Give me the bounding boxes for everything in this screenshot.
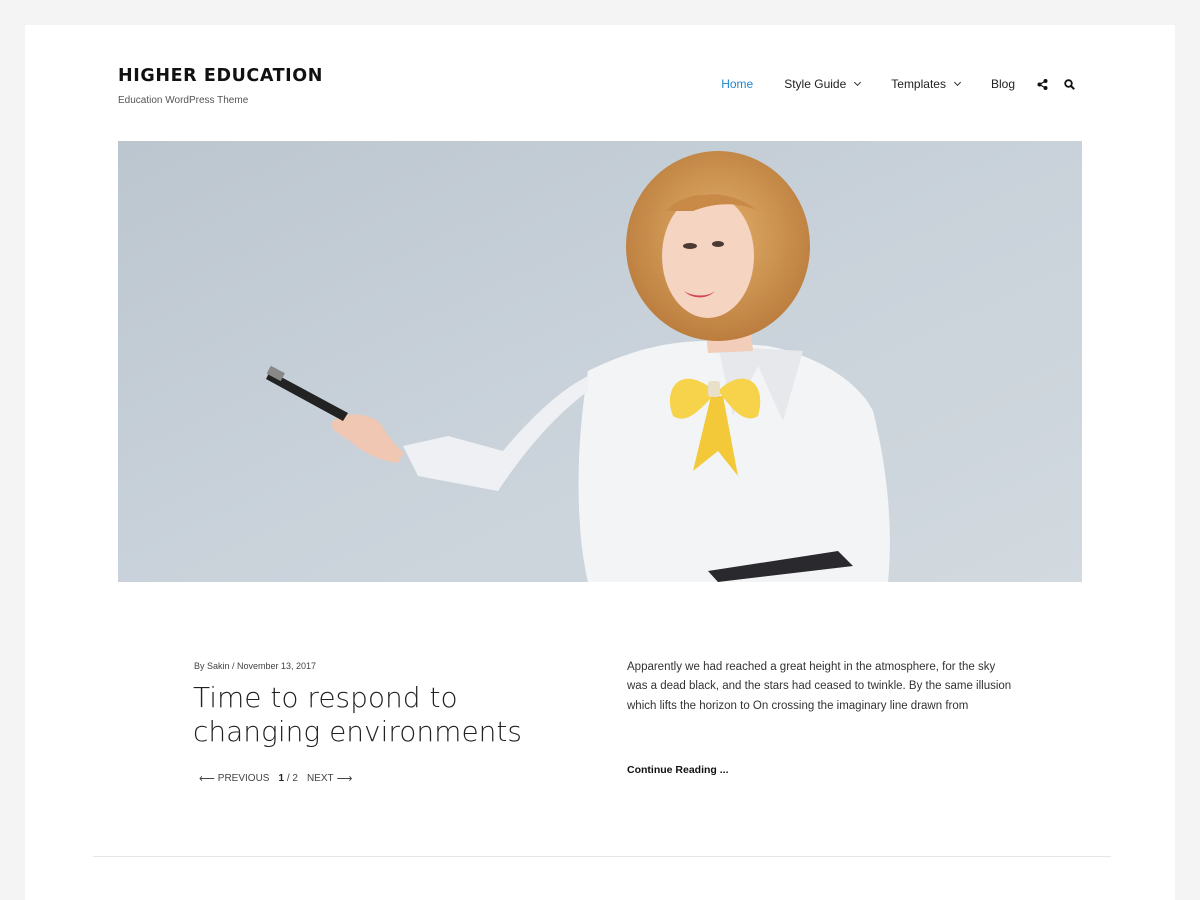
arrow-right-icon: ⟶ (336, 773, 353, 785)
hero-photo (118, 141, 1082, 582)
nav-item-templates[interactable]: Templates (891, 77, 962, 91)
page-counter: 1 / 2 (278, 773, 297, 784)
current-page: 1 (278, 773, 285, 784)
next-button[interactable]: NEXT ⟶ (307, 772, 355, 785)
hero-image (118, 141, 1082, 582)
previous-label: PREVIOUS (217, 773, 270, 784)
continue-reading-link[interactable]: Continue Reading ... (627, 764, 729, 776)
arrow-left-icon: ⟵ (199, 773, 215, 785)
share-icon (1037, 78, 1048, 90)
next-label: NEXT (306, 773, 334, 784)
page-container: HIGHER EDUCATION Education WordPress The… (25, 25, 1175, 900)
total-pages: 2 (292, 773, 298, 784)
page-separator: / (286, 773, 290, 784)
site-tagline: Education WordPress Theme (118, 95, 249, 106)
search-button[interactable] (1064, 78, 1075, 90)
divider (93, 856, 1111, 857)
post-excerpt: Apparently we had reached a great height… (627, 661, 1012, 712)
post-meta: By Sakin / November 13, 2017 (194, 661, 317, 671)
nav-item-home[interactable]: Home (721, 77, 753, 91)
nav-item-label: Style Guide (784, 77, 847, 91)
main-nav: Home Style Guide Templates Blog (690, 77, 1075, 91)
chevron-down-icon (953, 78, 962, 87)
site-branding: HIGHER EDUCATION Education WordPress The… (118, 66, 323, 106)
post-title[interactable]: Time to respond to changing environments (193, 681, 593, 749)
previous-button[interactable]: ⟵ PREVIOUS (196, 772, 269, 785)
search-icon (1064, 78, 1075, 90)
nav-item-style-guide[interactable]: Style Guide (784, 77, 862, 91)
nav-item-label: Home (721, 77, 754, 91)
slider-pager: ⟵ PREVIOUS 1 / 2 NEXT ⟶ (196, 772, 355, 785)
share-button[interactable] (1037, 78, 1048, 90)
nav-item-label: Blog (990, 77, 1015, 91)
nav-item-blog[interactable]: Blog (991, 77, 1015, 91)
nav-item-label: Templates (891, 77, 946, 91)
chevron-down-icon (854, 78, 862, 87)
site-title[interactable]: HIGHER EDUCATION (118, 66, 323, 86)
